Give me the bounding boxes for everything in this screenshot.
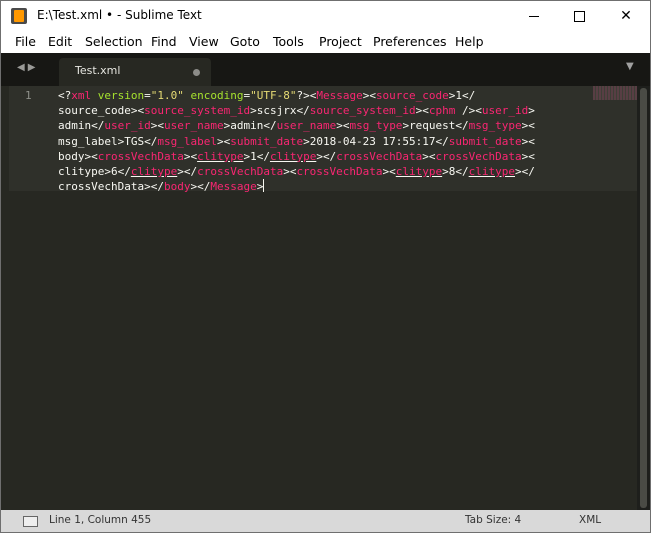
editor-area[interactable]: 1 <?xml version="1.0" encoding="UTF-8"?>… [1,86,650,510]
code-line: source_code><source_system_id>scsjrx</so… [58,104,535,118]
menu-view[interactable]: View [189,34,219,49]
menu-file[interactable]: File [15,34,36,49]
maximize-button[interactable] [556,1,602,31]
nav-arrows-icon[interactable]: ◀▶ [17,62,38,73]
status-bar: Line 1, Column 455 Tab Size: 4 XML [1,510,650,532]
minimize-button[interactable] [511,1,557,31]
scrollbar-thumb[interactable] [640,88,647,508]
text-cursor [263,179,265,193]
code-line: admin</user_id><user_name>admin</user_na… [58,119,535,133]
minimap[interactable] [593,86,637,100]
menu-goto[interactable]: Goto [230,34,260,49]
line-number: 1 [25,89,32,102]
cursor-position: Line 1, Column 455 [49,514,152,526]
menu-edit[interactable]: Edit [48,34,72,49]
menu-find[interactable]: Find [151,34,177,49]
tab-bar: ◀▶ Test.xml ▼ [1,53,650,86]
syntax-mode[interactable]: XML [579,514,601,526]
tab-size[interactable]: Tab Size: 4 [465,514,521,526]
title-bar: E:\Test.xml • - Sublime Text ✕ [1,1,650,31]
window-title: E:\Test.xml • - Sublime Text [37,8,202,22]
line-gutter: 1 [1,86,51,510]
maximize-icon [573,10,585,22]
menu-selection[interactable]: Selection [85,34,143,49]
menu-preferences[interactable]: Preferences [373,34,447,49]
menu-bar: File Edit Selection Find View Goto Tools… [1,31,650,52]
code-line: msg_label>TGS</msg_label><submit_date>20… [58,134,535,148]
menu-help[interactable]: Help [455,34,484,49]
menu-tools[interactable]: Tools [273,34,304,49]
code-line: body><crossVechData><clitype>1</clitype>… [58,149,535,163]
code-text[interactable]: <?xml version="1.0" encoding="UTF-8"?><M… [58,88,566,194]
vertical-scrollbar[interactable] [637,86,650,510]
code-line: clitype>6</clitype></crossVechData><cros… [58,165,535,179]
tab-dropdown-icon[interactable]: ▼ [626,61,634,72]
code-line: <?xml version="1.0" encoding="UTF-8"?><M… [58,89,476,102]
close-icon: ✕ [620,8,632,24]
code-line: crossVechData></body></Message> [58,179,265,194]
tab-label: Test.xml [75,64,121,77]
sublime-window: E:\Test.xml • - Sublime Text ✕ File Edit… [0,0,651,533]
sublime-text-logo-icon [11,8,27,24]
minimize-icon [529,15,539,17]
modified-dot-icon[interactable] [193,69,200,76]
panel-switcher-icon[interactable] [23,516,38,527]
menu-project[interactable]: Project [319,34,362,49]
tab-test-xml[interactable]: Test.xml [59,58,211,86]
close-button[interactable]: ✕ [603,1,649,31]
